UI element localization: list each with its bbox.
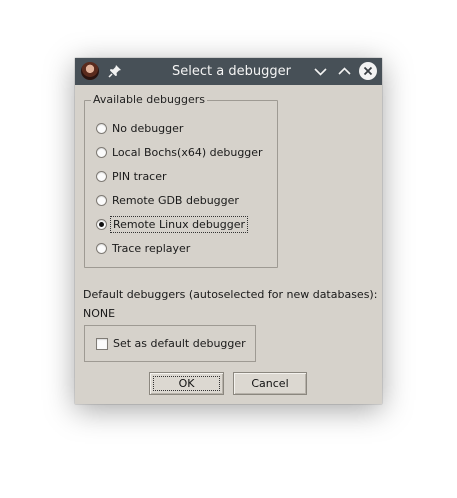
default-debuggers-label: Default debuggers (autoselected for new … xyxy=(83,288,378,301)
ok-button[interactable]: OK xyxy=(149,372,224,395)
radio-remote-gdb-debugger[interactable]: Remote GDB debugger xyxy=(96,191,239,209)
cancel-button[interactable]: Cancel xyxy=(233,372,307,395)
radio-remote-linux-debugger[interactable]: Remote Linux debugger xyxy=(96,215,249,233)
radio-pin-tracer[interactable]: PIN tracer xyxy=(96,167,167,185)
select-debugger-dialog: Select a debugger Available debuggers No… xyxy=(75,58,382,404)
chevron-up-icon[interactable] xyxy=(336,63,353,80)
radio-label: Local Bochs(x64) debugger xyxy=(112,145,263,159)
radio-button[interactable] xyxy=(96,194,107,206)
radio-trace-replayer[interactable]: Trace replayer xyxy=(96,239,190,257)
radio-button[interactable] xyxy=(96,146,107,158)
radio-button-selected[interactable] xyxy=(96,218,107,230)
radio-button[interactable] xyxy=(96,122,107,134)
set-default-frame: Set as default debugger xyxy=(84,325,256,362)
default-debuggers-value: NONE xyxy=(83,307,116,320)
group-title: Available debuggers xyxy=(91,93,207,106)
close-icon[interactable] xyxy=(359,62,377,80)
set-default-checkbox-row[interactable]: Set as default debugger xyxy=(96,337,246,350)
radio-label: No debugger xyxy=(112,121,184,135)
title-bar[interactable]: Select a debugger xyxy=(75,58,382,85)
radio-label: PIN tracer xyxy=(112,169,167,183)
radio-label: Remote GDB debugger xyxy=(112,193,239,207)
available-debuggers-group: Available debuggers No debugger Local Bo… xyxy=(84,93,278,268)
radio-local-bochs-debugger[interactable]: Local Bochs(x64) debugger xyxy=(96,143,263,161)
radio-button[interactable] xyxy=(96,242,107,254)
radio-label: Trace replayer xyxy=(112,241,191,255)
radio-no-debugger[interactable]: No debugger xyxy=(96,119,183,137)
chevron-down-icon[interactable] xyxy=(312,63,329,80)
set-default-checkbox-label: Set as default debugger xyxy=(113,337,246,350)
ok-button-label: OK xyxy=(150,373,223,394)
set-default-checkbox[interactable] xyxy=(96,337,108,350)
radio-button[interactable] xyxy=(96,170,107,182)
radio-label: Remote Linux debugger xyxy=(109,215,249,233)
